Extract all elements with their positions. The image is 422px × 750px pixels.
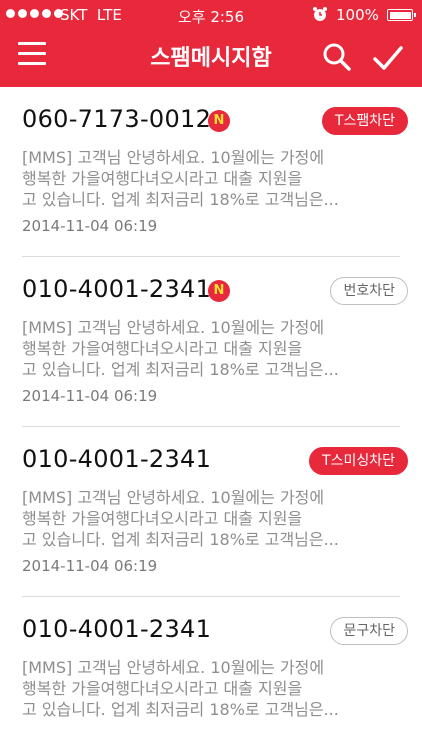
message-preview: [MMS] 고객님 안녕하세요. 10월에는 가정에행복한 가을여행다녀오시라고…	[22, 487, 387, 550]
sender-number: 060-7173-0012	[22, 105, 212, 133]
message-preview-line: 행복한 가을여행다녀오시라고 대출 지원을	[22, 509, 303, 528]
block-type-tag: T스팸차단	[321, 107, 408, 135]
message-preview-line: 행복한 가을여행다녀오시라고 대출 지원을	[22, 169, 303, 188]
message-preview-line: [MMS] 고객님 안녕하세요. 10월에는 가정에	[22, 488, 325, 507]
search-icon[interactable]	[322, 42, 352, 72]
message-list-item[interactable]: 010-4001-2341 문구차단 [MMS] 고객님 안녕하세요. 10월에는 …	[0, 597, 422, 750]
message-preview-line: 고 있습니다. 업계 최저금리 18%로 고객님은...	[22, 190, 339, 209]
new-badge: N	[208, 280, 230, 302]
status-bar: SKT LTE 오후 2:56 100%	[0, 0, 422, 30]
message-preview-line: 고 있습니다. 업계 최저금리 18%로 고객님은...	[22, 530, 339, 549]
message-list-item[interactable]: 010-4001-2341 N 번호차단 [MMS] 고객님 안녕하세요. 10월에는…	[0, 257, 422, 427]
sender-number: 010-4001-2341	[22, 275, 212, 303]
battery-percent: 100%	[336, 6, 379, 24]
message-preview-line: 행복한 가을여행다녀오시라고 대출 지원을	[22, 679, 303, 698]
message-date: 2014-11-04 06:19	[22, 217, 158, 235]
message-preview: [MMS] 고객님 안녕하세요. 10월에는 가정에행복한 가을여행다녀오시라고…	[22, 147, 387, 210]
message-preview-line: [MMS] 고객님 안녕하세요. 10월에는 가정에	[22, 148, 325, 167]
alarm-clock-icon	[313, 7, 327, 21]
checkmark-icon[interactable]	[372, 44, 404, 72]
message-preview: [MMS] 고객님 안녕하세요. 10월에는 가정에행복한 가을여행다녀오시라고…	[22, 657, 387, 720]
message-preview-line: 행복한 가을여행다녀오시라고 대출 지원을	[22, 339, 303, 358]
app-header: SKT LTE 오후 2:56 100% 스팸메시지함	[0, 0, 422, 87]
page-title: 스팸메시지함	[150, 46, 272, 71]
block-type-tag: 문구차단	[330, 617, 408, 645]
block-type-tag: 번호차단	[330, 277, 408, 305]
message-preview: [MMS] 고객님 안녕하세요. 10월에는 가정에행복한 가을여행다녀오시라고…	[22, 317, 387, 380]
message-list-item[interactable]: 010-4001-2341 T스미싱차단 [MMS] 고객님 안녕하세요. 10월에…	[0, 427, 422, 597]
message-preview-line: [MMS] 고객님 안녕하세요. 10월에는 가정에	[22, 318, 325, 337]
message-date: 2014-11-04 06:19	[22, 557, 158, 575]
message-list-item[interactable]: 060-7173-0012 N T스팸차단 [MMS] 고객님 안녕하세요. 10월에…	[0, 87, 422, 257]
new-badge: N	[208, 110, 230, 132]
block-type-tag: T스미싱차단	[309, 447, 408, 475]
message-preview-line: [MMS] 고객님 안녕하세요. 10월에는 가정에	[22, 658, 325, 677]
sender-number: 010-4001-2341	[22, 615, 212, 643]
message-preview-line: 고 있습니다. 업계 최저금리 18%로 고객님은...	[22, 360, 339, 379]
sender-number: 010-4001-2341	[22, 445, 212, 473]
message-date: 2014-11-04 06:19	[22, 387, 158, 405]
message-preview-line: 고 있습니다. 업계 최저금리 18%로 고객님은...	[22, 700, 339, 719]
battery-icon	[387, 9, 416, 21]
